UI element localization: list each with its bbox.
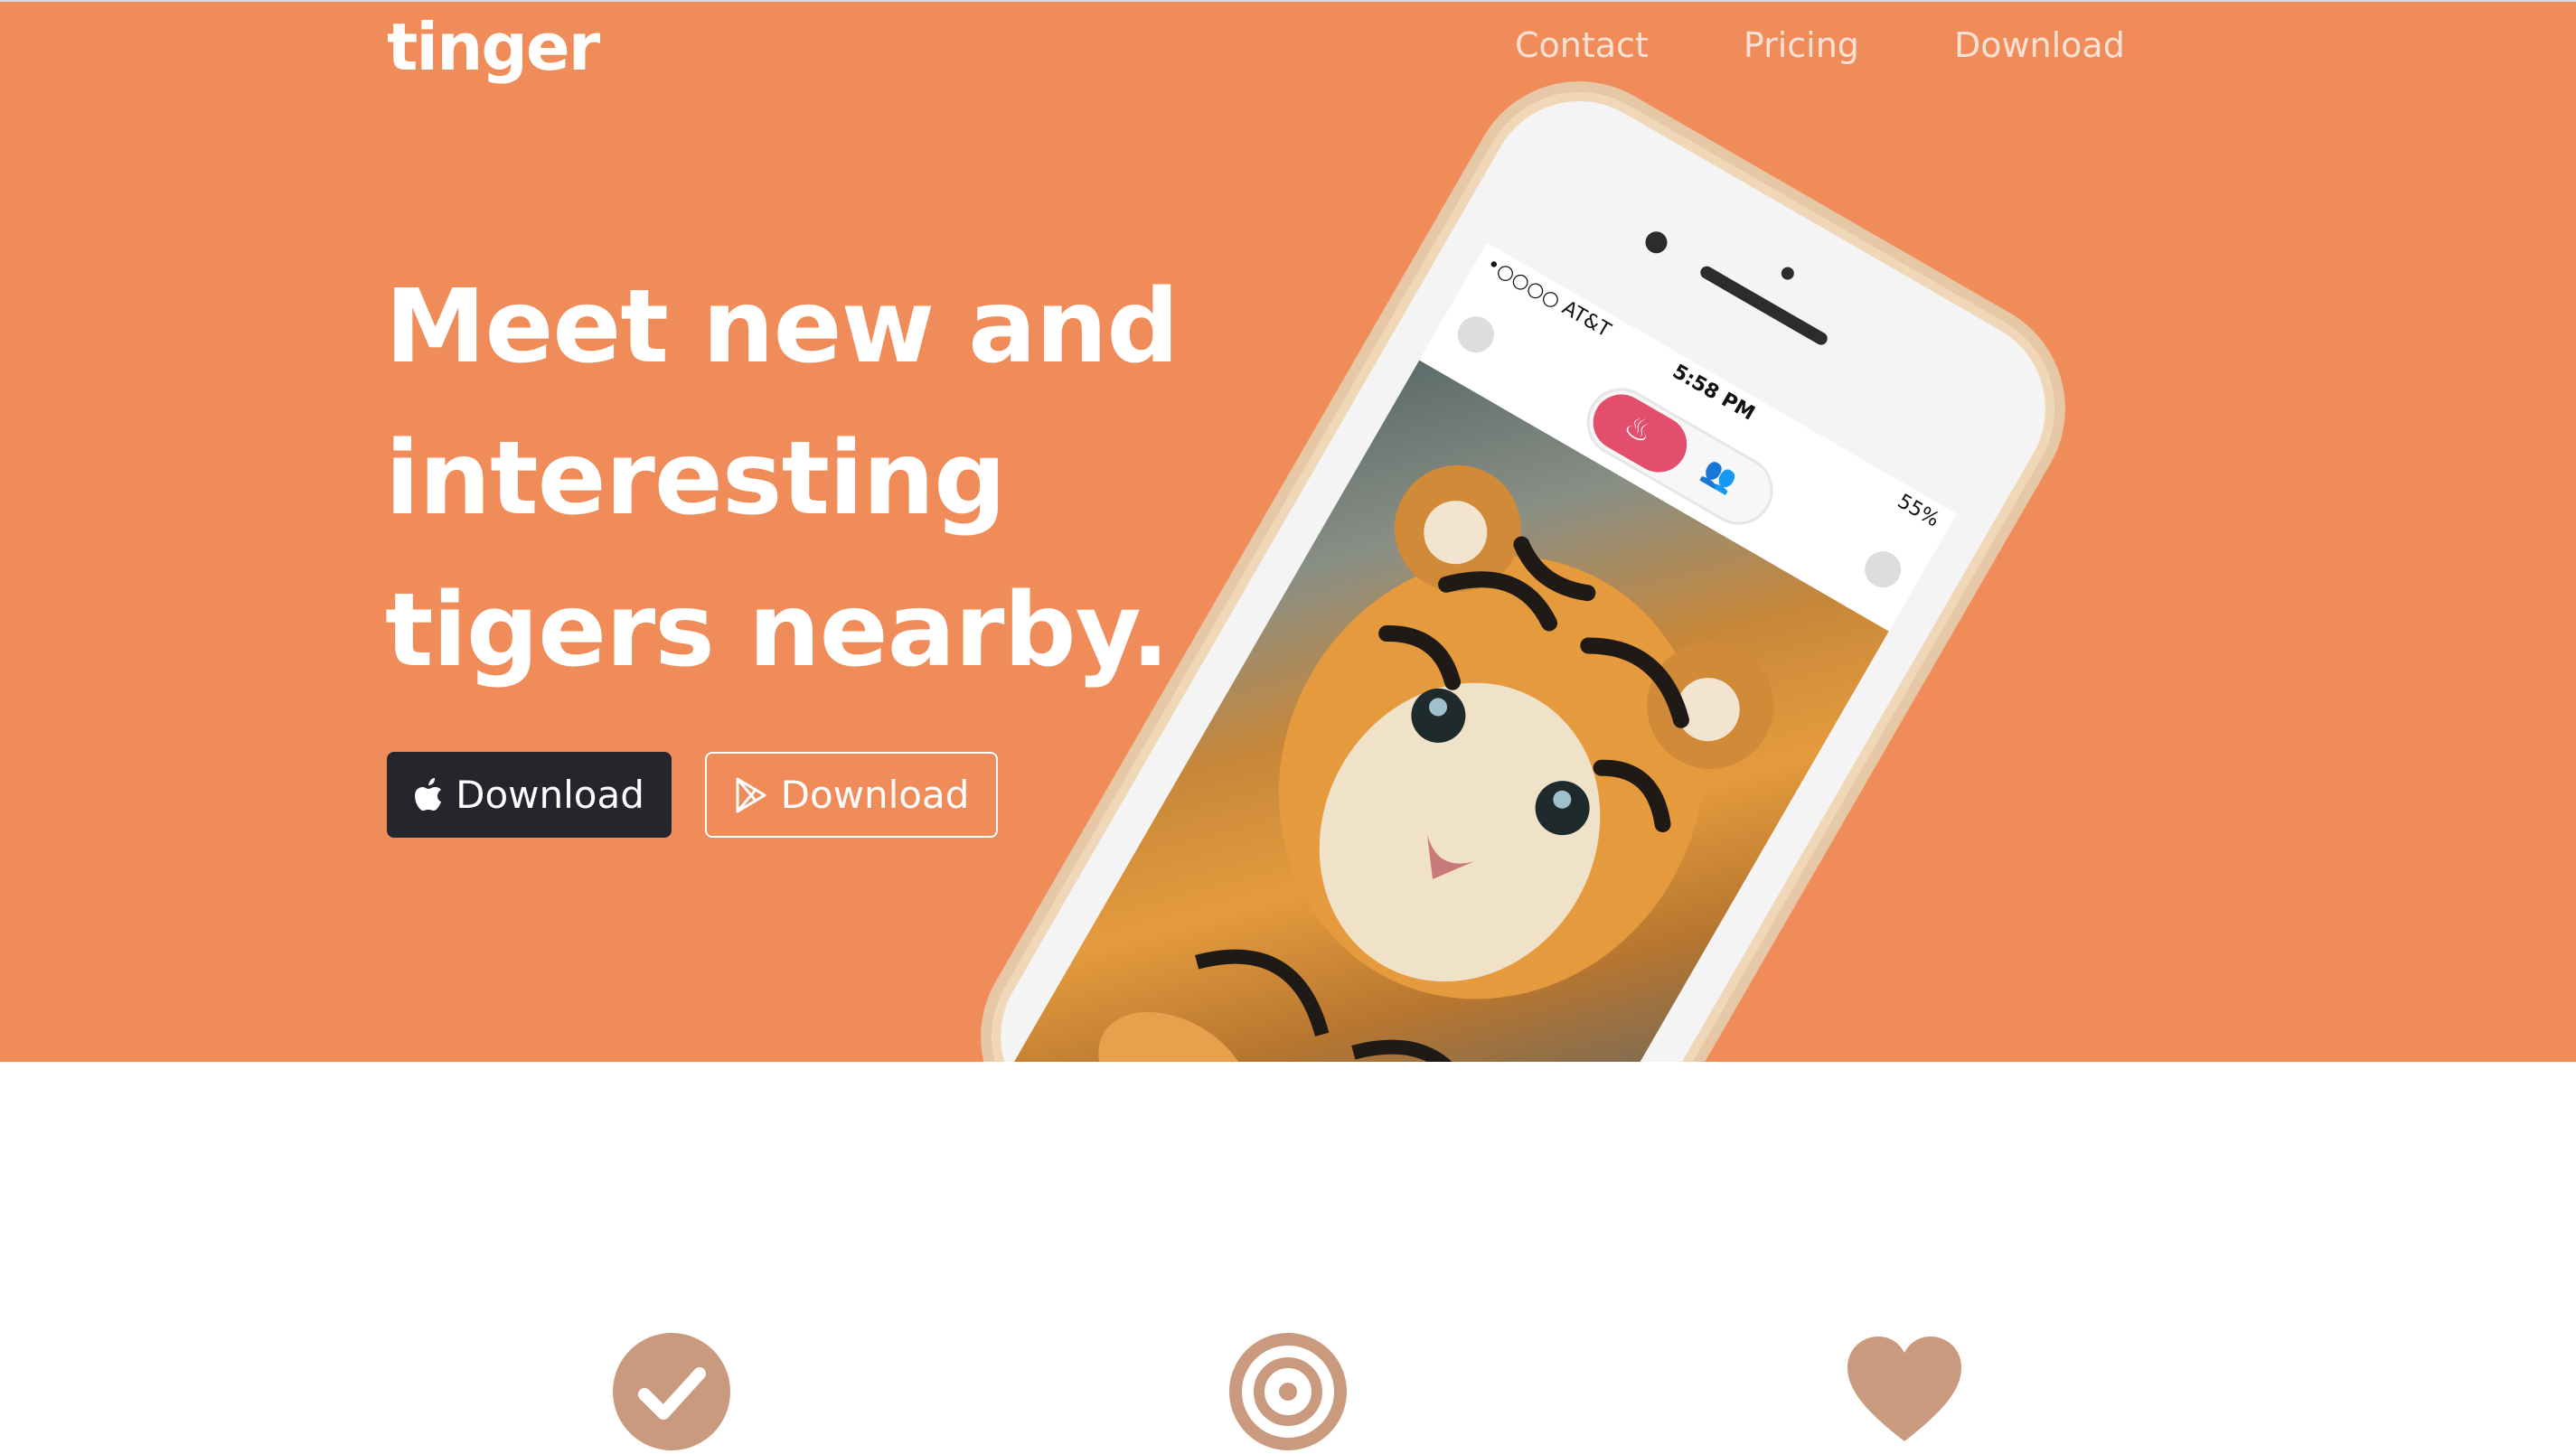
group-icon: 👥: [1697, 453, 1743, 498]
apple-download-label: Download: [456, 773, 644, 817]
hero-headline: Meet new and interesting tigers nearby.: [385, 251, 1289, 707]
play-download-label: Download: [780, 773, 970, 817]
top-nav: Contact Pricing Download: [1515, 18, 2125, 72]
features-section: [0, 1062, 2576, 1450]
nav-download-link[interactable]: Download: [1954, 18, 2125, 72]
chat-icon: [1857, 544, 1908, 595]
phone-camera: [1641, 227, 1671, 258]
phone-speaker: [1697, 264, 1830, 348]
nav-pricing-link[interactable]: Pricing: [1744, 18, 1859, 72]
headline-line-1: Meet new and: [385, 268, 1180, 386]
apple-icon: [414, 777, 443, 812]
hero-section: tinger Contact Pricing Download Meet new…: [0, 0, 2576, 1062]
phone-front-sensor: [1779, 264, 1797, 283]
play-download-button[interactable]: Download: [705, 752, 998, 838]
play-store-icon: [734, 776, 768, 814]
brand-logo[interactable]: tinger: [387, 2, 600, 92]
apple-download-button[interactable]: Download: [387, 752, 672, 838]
headline-line-2: interesting: [385, 420, 1006, 538]
nav-contact-link[interactable]: Contact: [1515, 18, 1649, 72]
target-icon: [1229, 1333, 1347, 1450]
heart-icon: [1846, 1333, 1963, 1450]
profile-icon: [1451, 309, 1501, 360]
headline-line-3: tigers nearby.: [385, 572, 1170, 689]
check-circle-icon: [613, 1333, 730, 1450]
